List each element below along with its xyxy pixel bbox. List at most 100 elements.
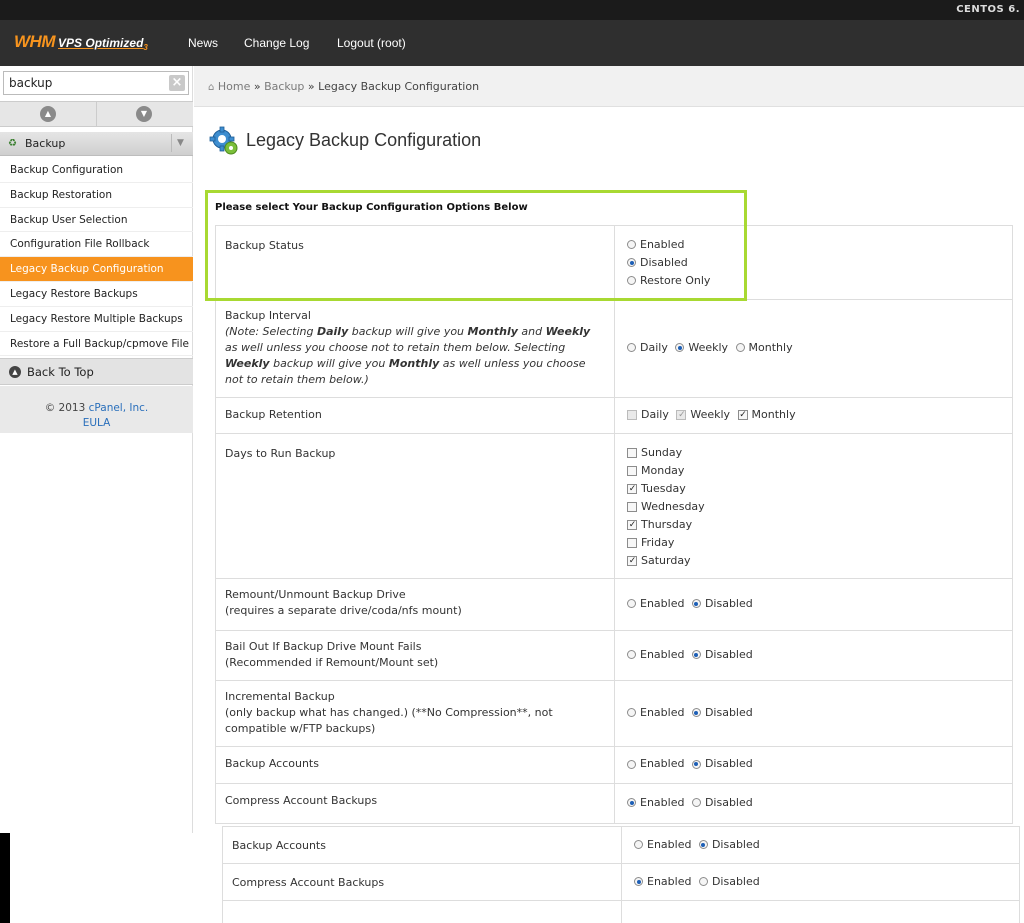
bail-out-disabled[interactable]: Disabled xyxy=(691,646,753,664)
checkbox-checked-icon xyxy=(627,556,637,566)
sidebar-item-backup-restoration[interactable]: Backup Restoration xyxy=(0,183,193,208)
sidebar-item-legacy-backup-configuration[interactable]: Legacy Backup Configuration xyxy=(0,257,193,282)
backup-category-icon: ♻ xyxy=(8,138,17,149)
interval-weekly[interactable]: Weekly xyxy=(675,339,728,357)
collapse-chevron-icon[interactable]: ▼ xyxy=(171,134,189,152)
home-icon[interactable]: ⌂ xyxy=(208,82,214,93)
scroll-up-icon[interactable]: ▲ xyxy=(40,106,56,122)
radio-icon xyxy=(698,877,708,886)
cpanel-link[interactable]: cPanel, Inc. xyxy=(89,402,149,414)
radio-icon xyxy=(627,599,636,609)
radio-icon xyxy=(627,708,636,718)
checkbox-checked-icon xyxy=(676,409,687,420)
incremental-enabled[interactable]: Enabled xyxy=(627,704,684,722)
backup-status-enabled[interactable]: Enabled xyxy=(627,236,1012,254)
sidebar-category-backup[interactable]: ♻ Backup ▼ xyxy=(0,132,193,156)
radio-icon xyxy=(735,343,745,353)
table-row: Incremental Backup (only backup what has… xyxy=(215,680,1013,747)
interval-daily[interactable]: Daily xyxy=(627,339,668,357)
overlay-compress-options: Enabled Disabled xyxy=(621,863,1020,901)
breadcrumb-home[interactable]: Home xyxy=(218,80,250,93)
screenshot-edge xyxy=(0,833,10,923)
sidebar-item-legacy-restore-backups[interactable]: Legacy Restore Backups xyxy=(0,282,193,307)
table-row: Backup Status Enabled Disabled Restore O… xyxy=(215,225,1013,300)
table-row: Backup Retention Daily Weekly Monthly xyxy=(215,397,1013,434)
radio-icon xyxy=(627,759,636,769)
radio-icon xyxy=(627,240,636,249)
compress-disabled[interactable]: Disabled xyxy=(691,794,753,812)
backup-retention-options: Daily Weekly Monthly xyxy=(614,397,1013,434)
retention-daily[interactable]: Daily xyxy=(627,406,669,424)
overlay-panel: Backup Accounts Enabled Disabled Compres… xyxy=(222,826,1024,923)
nav-changelog-link[interactable]: Change Log xyxy=(244,36,309,50)
sidebar-items: Backup Configuration Backup Restoration … xyxy=(0,158,193,357)
day-saturday[interactable]: Saturday xyxy=(627,552,1012,570)
sidebar-search: × xyxy=(3,71,189,95)
checkbox-icon xyxy=(627,409,637,420)
back-to-top-button[interactable]: ▲ Back To Top xyxy=(0,358,193,385)
sidebar-item-backup-user-selection[interactable]: Backup User Selection xyxy=(0,208,193,233)
radio-checked-icon xyxy=(691,759,701,769)
radio-icon xyxy=(627,343,636,353)
top-navbar: WHM VPS Optimized3 News Change Log Logou… xyxy=(0,20,1024,66)
radio-icon xyxy=(691,798,701,808)
remount-enabled[interactable]: Enabled xyxy=(627,595,684,613)
day-sunday[interactable]: Sunday xyxy=(627,444,1012,462)
interval-monthly[interactable]: Monthly xyxy=(735,339,793,357)
arrow-up-icon: ▲ xyxy=(9,366,21,378)
days-to-run-label: Days to Run Backup xyxy=(215,433,615,579)
table-row: Remount/Unmount Backup Drive (requires a… xyxy=(215,578,1013,631)
overlay-backup-accounts-label: Backup Accounts xyxy=(222,826,622,864)
breadcrumb: ⌂ Home » Backup » Legacy Backup Configur… xyxy=(194,66,1024,107)
overlay-compress-disabled[interactable]: Disabled xyxy=(698,875,760,888)
breadcrumb-current: Legacy Backup Configuration xyxy=(318,80,480,93)
table-row: Backup Accounts Enabled Disabled xyxy=(215,746,1013,784)
sidebar-item-configuration-file-rollback[interactable]: Configuration File Rollback xyxy=(0,232,193,258)
eula-link[interactable]: EULA xyxy=(83,417,111,429)
remount-sub: (requires a separate drive/coda/nfs moun… xyxy=(225,604,462,617)
overlay-backup-accounts-enabled[interactable]: Enabled xyxy=(634,838,691,851)
bail-out-options: Enabled Disabled xyxy=(614,630,1013,681)
day-tuesday[interactable]: Tuesday xyxy=(627,480,1012,498)
radio-icon xyxy=(634,840,643,849)
backup-status-disabled[interactable]: Disabled xyxy=(627,254,1012,272)
backup-interval-note: (Note: Selecting Daily backup will give … xyxy=(225,325,591,386)
sidebar-item-restore-full-backup[interactable]: Restore a Full Backup/cpmove File xyxy=(0,332,193,357)
backup-status-label: Backup Status xyxy=(215,225,615,300)
incremental-sub: (only backup what has changed.) (**No Co… xyxy=(225,706,553,735)
breadcrumb-backup[interactable]: Backup xyxy=(264,80,304,93)
nav-logout-link[interactable]: Logout (root) xyxy=(337,36,406,50)
compress-enabled[interactable]: Enabled xyxy=(627,794,684,812)
table-row: Backup Accounts Enabled Disabled xyxy=(222,826,1020,864)
clear-search-icon[interactable]: × xyxy=(169,75,185,91)
remount-options: Enabled Disabled xyxy=(614,578,1013,631)
day-thursday[interactable]: Thursday xyxy=(627,516,1012,534)
overlay-compress-enabled[interactable]: Enabled xyxy=(634,875,691,888)
sidebar-item-backup-configuration[interactable]: Backup Configuration xyxy=(0,158,193,183)
overlay-backup-accounts-disabled[interactable]: Disabled xyxy=(698,838,760,851)
search-input[interactable] xyxy=(4,72,164,94)
retention-weekly[interactable]: Weekly xyxy=(676,406,730,424)
whm-logo[interactable]: WHM VPS Optimized3 xyxy=(14,32,148,52)
table-row: Days to Run Backup Sunday Monday Tuesday… xyxy=(215,433,1013,579)
remount-label: Remount/Unmount Backup Drive xyxy=(225,588,406,601)
remount-disabled[interactable]: Disabled xyxy=(691,595,753,613)
nav-news-link[interactable]: News xyxy=(188,36,218,50)
day-monday[interactable]: Monday xyxy=(627,462,1012,480)
sidebar-item-legacy-restore-multiple-backups[interactable]: Legacy Restore Multiple Backups xyxy=(0,307,193,332)
day-wednesday[interactable]: Wednesday xyxy=(627,498,1012,516)
radio-checked-icon xyxy=(627,798,636,808)
bail-out-sub: (Recommended if Remount/Mount set) xyxy=(225,656,439,669)
day-friday[interactable]: Friday xyxy=(627,534,1012,552)
scroll-down-icon[interactable]: ▼ xyxy=(136,106,152,122)
incremental-options: Enabled Disabled xyxy=(614,680,1013,747)
retention-monthly[interactable]: Monthly xyxy=(737,406,796,424)
backup-accounts-disabled[interactable]: Disabled xyxy=(691,755,753,773)
days-to-run-options: Sunday Monday Tuesday Wednesday Thursday… xyxy=(614,433,1013,579)
radio-icon xyxy=(627,650,636,660)
backup-accounts-enabled[interactable]: Enabled xyxy=(627,755,684,773)
page-title: Legacy Backup Configuration xyxy=(246,130,482,150)
backup-status-restore-only[interactable]: Restore Only xyxy=(627,272,1012,290)
bail-out-enabled[interactable]: Enabled xyxy=(627,646,684,664)
incremental-disabled[interactable]: Disabled xyxy=(691,704,753,722)
